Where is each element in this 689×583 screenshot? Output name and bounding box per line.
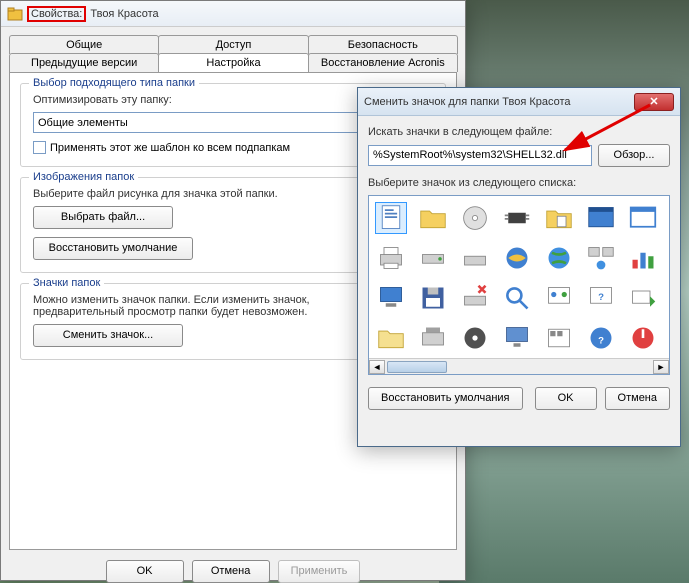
scrollbar-thumb[interactable] — [387, 361, 447, 373]
horizontal-scrollbar[interactable]: ◄ ► — [369, 358, 669, 374]
icon-item-floppy[interactable] — [417, 282, 449, 314]
combo-value: Общие элементы — [38, 117, 128, 129]
icon-item-printer[interactable] — [375, 242, 407, 274]
close-button[interactable]: ✕ — [634, 93, 674, 111]
icon-path-input[interactable]: %SystemRoot%\system32\SHELL32.dll — [368, 145, 592, 166]
change-icon-window: Сменить значок для папки Твоя Красота ✕ … — [357, 87, 681, 447]
tab-sharing[interactable]: Доступ — [158, 35, 308, 54]
titlebar[interactable]: Сменить значок для папки Твоя Красота ✕ — [358, 88, 680, 116]
icon-item-window-blue[interactable] — [585, 202, 617, 234]
ok-button[interactable]: OK — [106, 560, 184, 583]
ok-button[interactable]: OK — [535, 387, 597, 410]
search-label: Искать значки в следующем файле: — [368, 126, 670, 138]
icon-item-drive[interactable] — [459, 242, 491, 274]
folder-icon — [7, 6, 23, 22]
scroll-right-button[interactable]: ► — [653, 360, 669, 374]
icon-item-panel[interactable] — [543, 322, 575, 354]
change-icon-button[interactable]: Сменить значок... — [33, 324, 183, 347]
icon-item-folder-open[interactable] — [375, 322, 407, 354]
restore-defaults-button[interactable]: Восстановить умолчания — [368, 387, 523, 410]
titlebar[interactable]: Свойства: Твоя Красота — [1, 1, 465, 27]
icon-item-drive-net[interactable] — [417, 242, 449, 274]
apply-subfolders-label: Применять этот же шаблон ко всем подпапк… — [50, 142, 290, 154]
icon-item-ie[interactable] — [501, 242, 533, 274]
tab-previous-versions[interactable]: Предыдущие версии — [9, 53, 159, 72]
browse-button[interactable]: Обзор... — [598, 144, 670, 167]
cancel-button[interactable]: Отмена — [605, 387, 670, 410]
group-title: Значки папок — [29, 277, 104, 289]
icon-item-help-alt[interactable]: ? — [585, 282, 617, 314]
scroll-left-button[interactable]: ◄ — [369, 360, 385, 374]
svg-text:?: ? — [598, 292, 604, 303]
select-label: Выберите значок из следующего списка: — [368, 177, 670, 189]
icon-item-folder[interactable] — [417, 202, 449, 234]
icon-item-monitor[interactable] — [501, 322, 533, 354]
icon-list[interactable]: ? ? ◄ ► — [368, 195, 670, 375]
cancel-button[interactable]: Отмена — [192, 560, 270, 583]
icon-item-computer[interactable] — [375, 282, 407, 314]
icon-item-search[interactable] — [501, 282, 533, 314]
title-highlight: Свойства: — [27, 6, 86, 22]
icon-item-settings[interactable] — [543, 282, 575, 314]
title-name: Твоя Красота — [90, 8, 158, 20]
apply-button: Применить — [278, 560, 361, 583]
icon-item-window[interactable] — [627, 202, 659, 234]
icon-item-run[interactable] — [627, 282, 659, 314]
icon-item-globe[interactable] — [543, 242, 575, 274]
icon-item-drive-x[interactable] — [459, 282, 491, 314]
choose-file-button[interactable]: Выбрать файл... — [33, 206, 173, 229]
icon-item-shutdown[interactable] — [627, 322, 659, 354]
icon-item-chart[interactable] — [627, 242, 659, 274]
icon-item-network[interactable] — [585, 242, 617, 274]
title-text: Сменить значок для папки Твоя Красота — [364, 96, 571, 108]
icon-item-disc[interactable] — [459, 202, 491, 234]
icon-item-folder-doc[interactable] — [543, 202, 575, 234]
apply-subfolders-checkbox[interactable] — [33, 141, 46, 154]
group-title: Выбор подходящего типа папки — [29, 77, 199, 89]
icon-item-document[interactable] — [375, 202, 407, 234]
icons-desc: Можно изменить значок папки. Если измени… — [33, 294, 313, 318]
icon-item-help[interactable]: ? — [585, 322, 617, 354]
title-prefix: Свойства: — [31, 8, 82, 20]
tab-acronis[interactable]: Восстановление Acronis — [308, 53, 458, 72]
group-title: Изображения папок — [29, 171, 138, 183]
tab-general[interactable]: Общие — [9, 35, 159, 54]
tab-security[interactable]: Безопасность — [308, 35, 458, 54]
svg-text:?: ? — [598, 335, 604, 346]
restore-default-button[interactable]: Восстановить умолчание — [33, 237, 193, 260]
icon-item-chip[interactable] — [501, 202, 533, 234]
close-icon: ✕ — [649, 95, 658, 108]
tab-customize[interactable]: Настройка — [158, 53, 308, 72]
icon-item-cd[interactable] — [459, 322, 491, 354]
icon-item-hardware[interactable] — [417, 322, 449, 354]
